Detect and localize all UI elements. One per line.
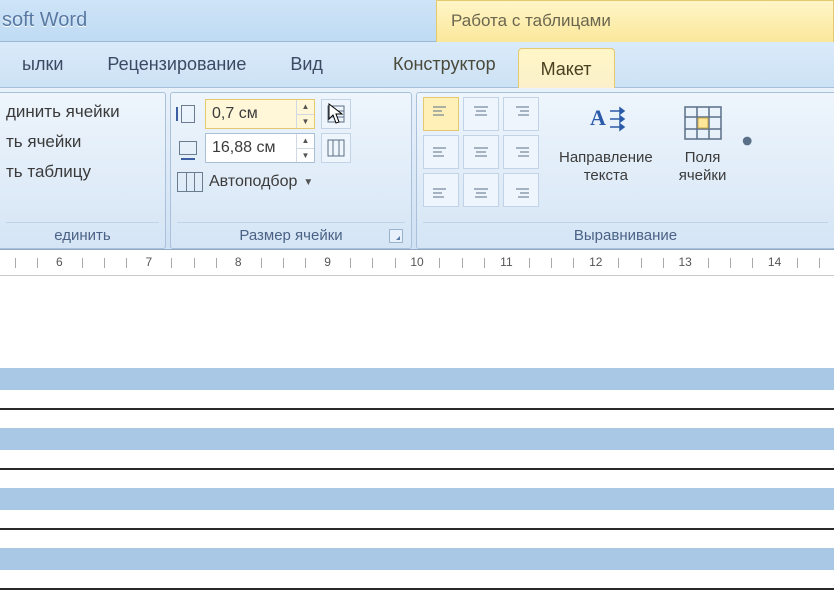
cell-margins-label: Поля ячейки bbox=[679, 149, 727, 185]
group-alignment: A Направление текста bbox=[416, 92, 834, 249]
align-bot-center[interactable] bbox=[463, 173, 499, 207]
overflow-icon bbox=[734, 101, 778, 145]
group-label-cellsize: Размер ячейки bbox=[177, 222, 405, 248]
ribbon: динить ячейки ть ячейки ть таблицу едини… bbox=[0, 88, 834, 250]
table-row[interactable] bbox=[0, 368, 834, 390]
horizontal-ruler[interactable]: 56789101112131415 bbox=[0, 250, 834, 276]
autofit-icon bbox=[177, 172, 203, 192]
svg-text:A: A bbox=[590, 105, 606, 130]
ribbon-tabs: ылки Рецензирование Вид Конструктор Маке… bbox=[0, 42, 834, 88]
table-border bbox=[0, 468, 834, 470]
table-border bbox=[0, 588, 834, 590]
table-tools-title: Работа с таблицами bbox=[436, 0, 834, 42]
chevron-down-icon: ▼ bbox=[303, 177, 313, 188]
table-row[interactable] bbox=[0, 428, 834, 450]
autofit-label: Автоподбор bbox=[209, 173, 297, 191]
ruler-number: 12 bbox=[589, 255, 602, 269]
table-border bbox=[0, 408, 834, 410]
merge-cells-button[interactable]: динить ячейки bbox=[6, 97, 159, 127]
row-height-down[interactable]: ▼ bbox=[297, 115, 314, 129]
align-mid-left[interactable] bbox=[423, 135, 459, 169]
tab-design[interactable]: Конструктор bbox=[371, 41, 518, 87]
text-direction-icon: A bbox=[584, 101, 628, 145]
align-top-left[interactable] bbox=[423, 97, 459, 131]
overflow-button[interactable] bbox=[746, 97, 766, 207]
align-top-center[interactable] bbox=[463, 97, 499, 131]
ruler-number: 11 bbox=[500, 255, 512, 269]
group-label-merge: единить bbox=[6, 222, 159, 248]
col-width-down[interactable]: ▼ bbox=[297, 149, 314, 163]
col-width-value: 16,88 см bbox=[212, 139, 275, 157]
cellsize-dialog-launcher[interactable] bbox=[389, 229, 403, 243]
ruler-number: 13 bbox=[679, 255, 692, 269]
group-merge: динить ячейки ть ячейки ть таблицу едини… bbox=[0, 92, 166, 249]
document-area[interactable] bbox=[0, 276, 834, 614]
split-cells-button[interactable]: ть ячейки bbox=[6, 127, 159, 157]
text-direction-button[interactable]: A Направление текста bbox=[553, 97, 659, 207]
ruler-number: 8 bbox=[235, 255, 242, 269]
ruler-number: 10 bbox=[410, 255, 423, 269]
distribute-rows-button[interactable] bbox=[321, 99, 351, 129]
row-height-up[interactable]: ▲ bbox=[297, 100, 314, 115]
ruler-number: 7 bbox=[145, 255, 152, 269]
row-height-icon bbox=[177, 103, 199, 125]
tab-view[interactable]: Вид bbox=[268, 41, 345, 87]
tab-layout[interactable]: Макет bbox=[518, 48, 615, 88]
app-title: soft Word bbox=[0, 9, 87, 32]
align-bot-left[interactable] bbox=[423, 173, 459, 207]
align-mid-right[interactable] bbox=[503, 135, 539, 169]
align-mid-center[interactable] bbox=[463, 135, 499, 169]
align-top-right[interactable] bbox=[503, 97, 539, 131]
group-label-alignment: Выравнивание bbox=[423, 222, 828, 248]
col-width-input[interactable]: 16,88 см ▲ ▼ bbox=[205, 133, 315, 163]
autofit-button[interactable]: Автоподбор ▼ bbox=[177, 165, 405, 199]
tab-review[interactable]: Рецензирование bbox=[85, 41, 268, 87]
ruler-number: 9 bbox=[324, 255, 331, 269]
tab-links[interactable]: ылки bbox=[0, 41, 85, 87]
table-row[interactable] bbox=[0, 488, 834, 510]
split-table-button[interactable]: ть таблицу bbox=[6, 157, 159, 187]
cell-margins-icon bbox=[681, 101, 725, 145]
ruler-number: 14 bbox=[768, 255, 781, 269]
text-direction-label: Направление текста bbox=[559, 149, 653, 185]
table-row[interactable] bbox=[0, 548, 834, 570]
group-cell-size: 0,7 см ▲ ▼ 16,88 см ▲ bbox=[170, 92, 412, 249]
col-width-up[interactable]: ▲ bbox=[297, 134, 314, 149]
align-bot-right[interactable] bbox=[503, 173, 539, 207]
row-height-input[interactable]: 0,7 см ▲ ▼ bbox=[205, 99, 315, 129]
cell-margins-button[interactable]: Поля ячейки bbox=[673, 97, 733, 207]
col-width-icon bbox=[177, 137, 199, 159]
alignment-grid bbox=[423, 97, 539, 207]
row-height-value: 0,7 см bbox=[212, 105, 258, 123]
distribute-cols-button[interactable] bbox=[321, 133, 351, 163]
table-border bbox=[0, 528, 834, 530]
ruler-number: 6 bbox=[56, 255, 63, 269]
